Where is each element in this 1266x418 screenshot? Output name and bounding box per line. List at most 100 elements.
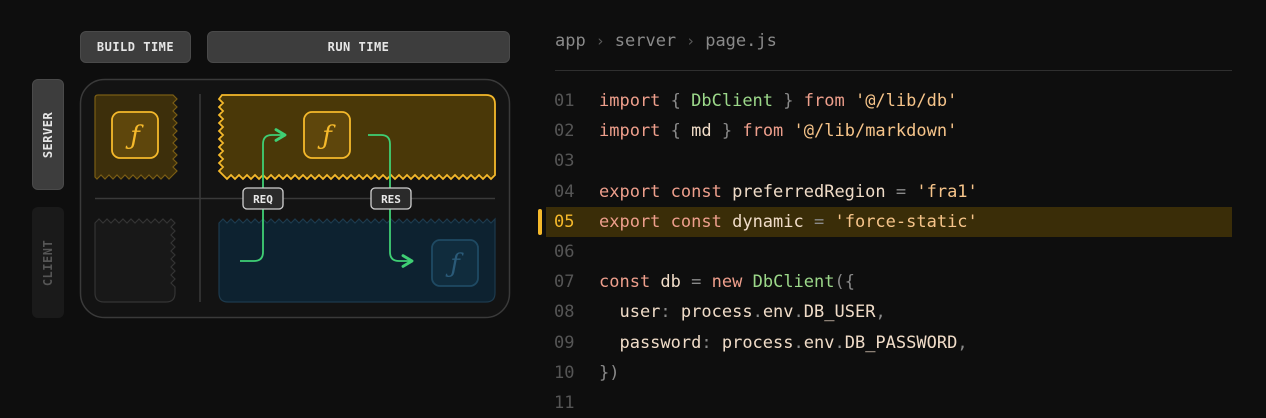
code-token: const	[599, 272, 651, 293]
code-text: import { md } from '@/lib/markdown'	[599, 121, 957, 141]
code-token: .	[793, 302, 804, 323]
run-server-function-icon: ƒ	[303, 111, 351, 159]
code-line: 11	[546, 388, 1232, 418]
code-token: })	[599, 362, 620, 383]
code-token: '@/lib/db'	[854, 91, 958, 112]
line-number: 11	[554, 392, 575, 413]
req-tag: REQ	[242, 187, 284, 210]
breadcrumb-item[interactable]: page.js	[705, 31, 777, 51]
breadcrumb-divider	[555, 70, 1232, 71]
code-token: =	[895, 181, 907, 202]
code-token: dynamic	[721, 211, 814, 232]
res-tag-label: RES	[381, 193, 401, 206]
code-line: 05 export const dynamic = 'force-static'	[538, 206, 1232, 237]
code-line: 09 password: process.env.DB_PASSWORD,	[546, 328, 1232, 358]
line-number: 10	[554, 362, 575, 383]
code-token: =	[813, 211, 825, 232]
code-line: 07 const db = new DbClient({	[546, 267, 1232, 297]
highlight-marker	[538, 208, 542, 235]
code-token: DB_PASSWORD	[844, 332, 958, 353]
code-token: const	[670, 181, 722, 202]
code-token: md	[691, 121, 712, 142]
code-token: DbClient	[691, 91, 774, 112]
code-token: const	[670, 211, 722, 232]
code-token: {	[660, 91, 692, 112]
code-line: 03	[546, 146, 1232, 176]
code-token: db	[650, 272, 692, 293]
code-token: }	[773, 91, 804, 112]
code-token: .	[793, 332, 804, 353]
code-token: export	[599, 211, 661, 232]
breadcrumb-chevron-icon: ›	[595, 32, 605, 50]
code-token: 'fra1'	[916, 181, 978, 202]
code-token: from	[742, 121, 784, 142]
code-token: process	[721, 332, 794, 353]
line-number: 01	[554, 91, 575, 112]
code-token: =	[691, 272, 702, 293]
run-server-card	[217, 94, 496, 181]
code-token: .	[752, 302, 763, 323]
code-token: }	[711, 121, 743, 142]
line-number: 09	[554, 332, 575, 353]
code-text: })	[599, 363, 619, 383]
code-token: password	[599, 332, 702, 353]
code-text: user: process.env.DB_USER,	[599, 302, 886, 323]
code-token: env	[762, 302, 794, 323]
code-token: from	[803, 91, 845, 112]
code-token: '@/lib/markdown'	[793, 121, 958, 142]
code-text: const db = new DbClient({	[599, 272, 855, 292]
breadcrumb: app › server › page.js	[555, 30, 777, 52]
code-token: import	[599, 121, 661, 142]
code-token: DB_USER	[803, 302, 876, 323]
code-line: 10})	[546, 358, 1232, 388]
code-token: 'force-static'	[834, 211, 978, 232]
res-tag: RES	[370, 187, 412, 210]
code-text: export const dynamic = 'force-static'	[599, 212, 978, 232]
code-line: 08 user: process.env.DB_USER,	[546, 297, 1232, 327]
line-number: 07	[554, 272, 575, 293]
code-token: import	[599, 91, 661, 112]
code-token: ({	[834, 272, 855, 293]
code-token: process	[680, 302, 753, 323]
line-number: 02	[554, 121, 575, 142]
code-token: {	[660, 121, 692, 142]
build-client-card	[94, 218, 176, 303]
line-number: 08	[554, 302, 575, 323]
code-editor: 01 import { DbClient } from '@/lib/db' 02 i…	[538, 86, 1232, 418]
code-token: ,	[875, 302, 886, 323]
breadcrumb-item[interactable]: app	[555, 31, 586, 51]
code-line: 06	[546, 237, 1232, 267]
code-token: ,	[957, 332, 968, 353]
line-number: 03	[554, 151, 575, 172]
code-token: preferredRegion	[721, 181, 896, 202]
line-number: 06	[554, 242, 575, 263]
code-line: 02 import { md } from '@/lib/markdown'	[546, 116, 1232, 146]
breadcrumb-chevron-icon: ›	[686, 32, 696, 50]
code-token: DbClient	[752, 272, 835, 293]
build-function-icon: ƒ	[111, 111, 159, 159]
rendering-diagram: ƒ ƒ ƒ REQ RES	[79, 78, 511, 319]
code-token: env	[803, 332, 835, 353]
line-number: 05	[554, 211, 575, 232]
line-number: 04	[554, 181, 575, 202]
code-token: new	[711, 272, 743, 293]
code-text: export const preferredRegion = 'fra1'	[599, 182, 978, 202]
code-token: :	[701, 332, 722, 353]
code-token: :	[660, 302, 681, 323]
code-line: 01 import { DbClient } from '@/lib/db'	[546, 86, 1232, 116]
breadcrumb-item[interactable]: server	[615, 31, 676, 51]
run-client-function-icon: ƒ	[431, 239, 479, 287]
code-text: password: process.env.DB_PASSWORD,	[599, 332, 968, 353]
code-token: export	[599, 181, 661, 202]
req-tag-label: REQ	[253, 193, 273, 206]
code-line: 04 export const preferredRegion = 'fra1'	[546, 177, 1232, 207]
code-text: import { DbClient } from '@/lib/db'	[599, 91, 957, 111]
